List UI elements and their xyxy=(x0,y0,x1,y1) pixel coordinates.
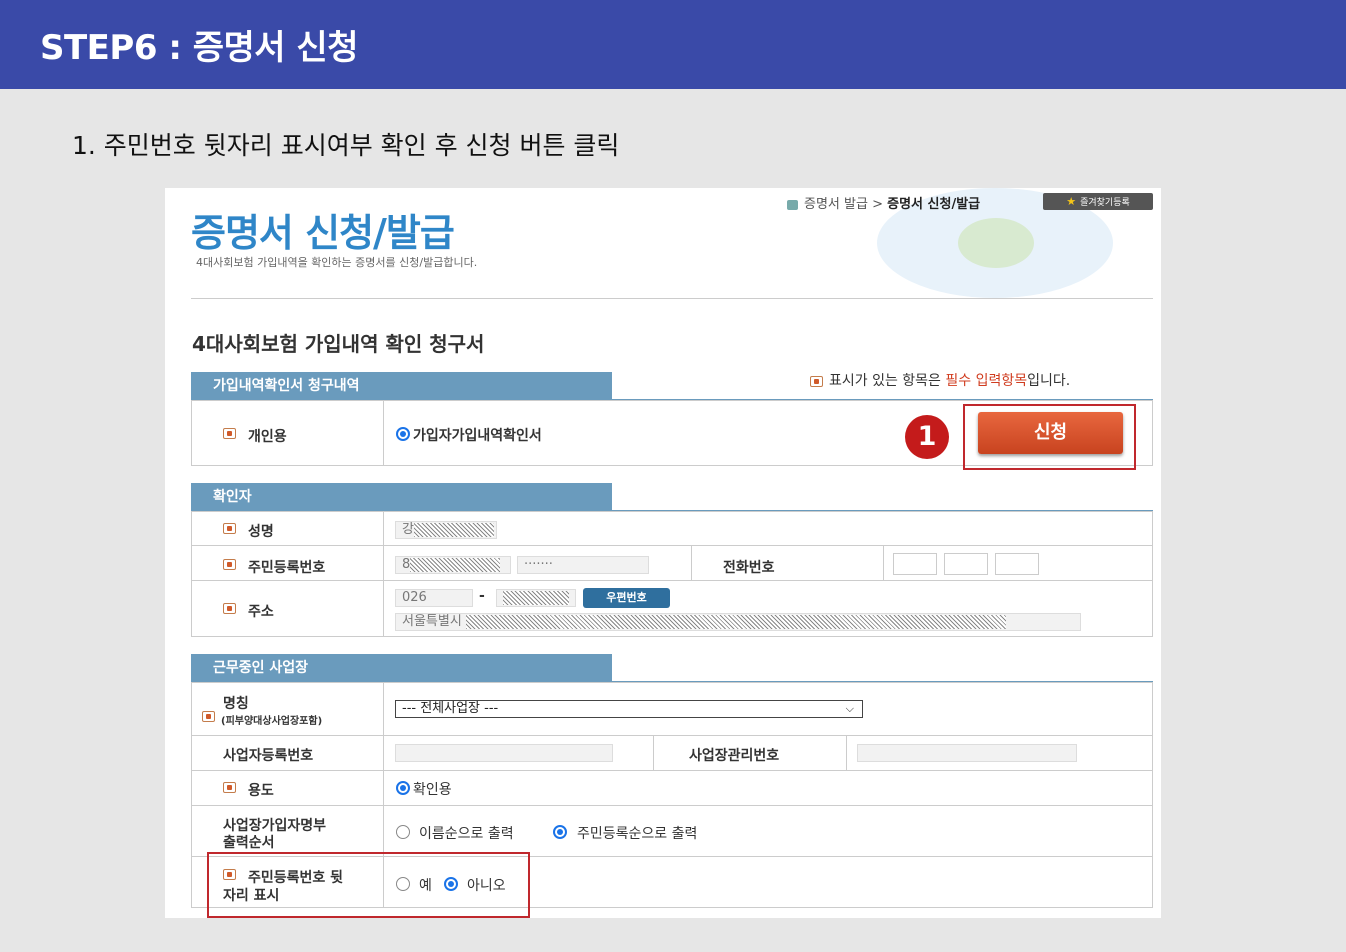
required-note-prefix: 표시가 있는 항목은 xyxy=(829,373,946,389)
table-divider xyxy=(383,400,384,466)
divider xyxy=(191,298,1153,299)
phone-field-1[interactable] xyxy=(893,553,937,575)
breadcrumb-home[interactable]: 증명서 발급 xyxy=(804,197,868,212)
table-divider xyxy=(691,545,692,580)
page-subtitle: 4대사회보험 가입내역을 확인하는 증명서를 신청/발급합니다. xyxy=(196,256,478,269)
business-reg-label: 사업자등록번호 xyxy=(223,748,314,764)
required-icon xyxy=(223,603,236,614)
bookmark-label: 즐겨찾기등록 xyxy=(1080,198,1130,208)
phone-field-2[interactable] xyxy=(944,553,988,575)
masked-text xyxy=(413,522,494,537)
usage-option-label: 확인용 xyxy=(413,782,452,798)
workplace-mgmt-field[interactable] xyxy=(857,744,1077,762)
rrn-front-value: 8 xyxy=(402,557,411,572)
table-divider xyxy=(883,545,884,580)
rrn-back-value: ······· xyxy=(524,557,553,572)
required-icon xyxy=(223,559,236,570)
business-reg-field[interactable] xyxy=(395,744,613,762)
highlight-show-rrn xyxy=(207,852,530,918)
background-decoration xyxy=(958,218,1034,268)
page-title: 증명서 신청/발급 xyxy=(191,211,455,255)
table-divider xyxy=(191,545,1153,546)
required-icon xyxy=(810,375,823,387)
zip-back-field[interactable] xyxy=(496,589,576,607)
print-order-label-line2: 출력순서 xyxy=(223,835,275,851)
rrn-back-field[interactable]: ······· xyxy=(517,556,649,574)
home-icon xyxy=(787,199,798,210)
name-value: 강 xyxy=(402,522,414,537)
zip-dash: - xyxy=(479,588,485,604)
instruction-text: 1. 주민번호 뒷자리 표시여부 확인 후 신청 버튼 클릭 xyxy=(72,131,620,160)
table-divider xyxy=(653,735,654,770)
address-label: 주소 xyxy=(248,604,274,620)
certificate-type-label: 가입자가입내역확인서 xyxy=(413,428,542,444)
section-tab-verifier: 확인자 xyxy=(191,483,612,511)
masked-text xyxy=(465,614,1006,629)
step-header: STEP6 : 증명서 신청 xyxy=(0,0,1346,89)
bookmark-button[interactable]: ★ 즐겨찾기등록 xyxy=(1043,193,1153,210)
order-by-name-radio[interactable] xyxy=(396,825,410,839)
workplace-select-value: --- 전체사업장 --- xyxy=(402,701,499,716)
order-by-name-label: 이름순으로 출력 xyxy=(419,826,514,842)
order-by-rrn-radio[interactable] xyxy=(553,825,567,839)
step-title: STEP6 : 증명서 신청 xyxy=(40,28,359,68)
required-icon xyxy=(223,782,236,793)
address-field[interactable]: 서울특별시 xyxy=(395,613,1081,631)
required-note-highlight: 필수 입력항목 xyxy=(945,373,1028,389)
breadcrumb-current: 증명서 신청/발급 xyxy=(887,197,981,212)
section-tab-workplace: 근무중인 사업장 xyxy=(191,654,612,682)
star-icon: ★ xyxy=(1066,195,1077,208)
usage-radio[interactable] xyxy=(396,781,410,795)
rrn-label: 주민등록번호 xyxy=(248,560,326,576)
step-marker: 1 xyxy=(905,415,949,459)
phone-label: 전화번호 xyxy=(723,560,775,576)
masked-text xyxy=(410,557,501,572)
rrn-front-field[interactable]: 8 xyxy=(395,556,511,574)
table-divider xyxy=(846,735,847,770)
workplace-name-sublabel: (피부양대상사업장포함) xyxy=(221,716,323,727)
address-value: 서울특별시 xyxy=(402,614,462,629)
zip-front-value: 026 xyxy=(402,590,427,605)
zip-front-field[interactable]: 026 xyxy=(395,589,473,607)
required-icon xyxy=(223,428,236,439)
breadcrumb: 증명서 발급 > 증명서 신청/발급 xyxy=(787,193,980,212)
table-divider xyxy=(191,770,1153,771)
workplace-name-label: 명칭 xyxy=(223,696,249,712)
section-tab-claim: 가입내역확인서 청구내역 xyxy=(191,372,612,400)
workplace-mgmt-label: 사업장관리번호 xyxy=(689,748,780,764)
phone-field-3[interactable] xyxy=(995,553,1039,575)
required-icon xyxy=(223,523,236,534)
name-field[interactable]: 강 xyxy=(395,521,497,539)
required-note-suffix: 입니다. xyxy=(1027,373,1071,389)
masked-text xyxy=(503,590,569,605)
embedded-screenshot: 증명서 발급 > 증명서 신청/발급 ★ 즐겨찾기등록 증명서 신청/발급 4대사… xyxy=(165,188,1161,918)
table-divider xyxy=(191,580,1153,581)
table-divider xyxy=(191,735,1153,736)
table-divider xyxy=(191,805,1153,806)
required-note: 표시가 있는 항목은 필수 입력항목입니다. xyxy=(810,370,1070,390)
name-label: 성명 xyxy=(248,524,274,540)
personal-use-label: 개인용 xyxy=(248,429,287,445)
form-title: 4대사회보험 가입내역 확인 청구서 xyxy=(192,332,485,356)
highlight-apply xyxy=(963,404,1136,470)
chevron-down-icon: ⌵ xyxy=(845,702,854,715)
required-icon xyxy=(202,711,215,722)
certificate-type-radio[interactable] xyxy=(396,427,410,441)
order-by-rrn-label: 주민등록순으로 출력 xyxy=(577,826,698,842)
workplace-select[interactable]: --- 전체사업장 --- ⌵ xyxy=(395,700,863,718)
usage-label: 용도 xyxy=(248,783,274,799)
table-divider xyxy=(383,511,384,637)
breadcrumb-separator: > xyxy=(872,197,883,212)
zipcode-button[interactable]: 우편번호 xyxy=(583,588,670,608)
